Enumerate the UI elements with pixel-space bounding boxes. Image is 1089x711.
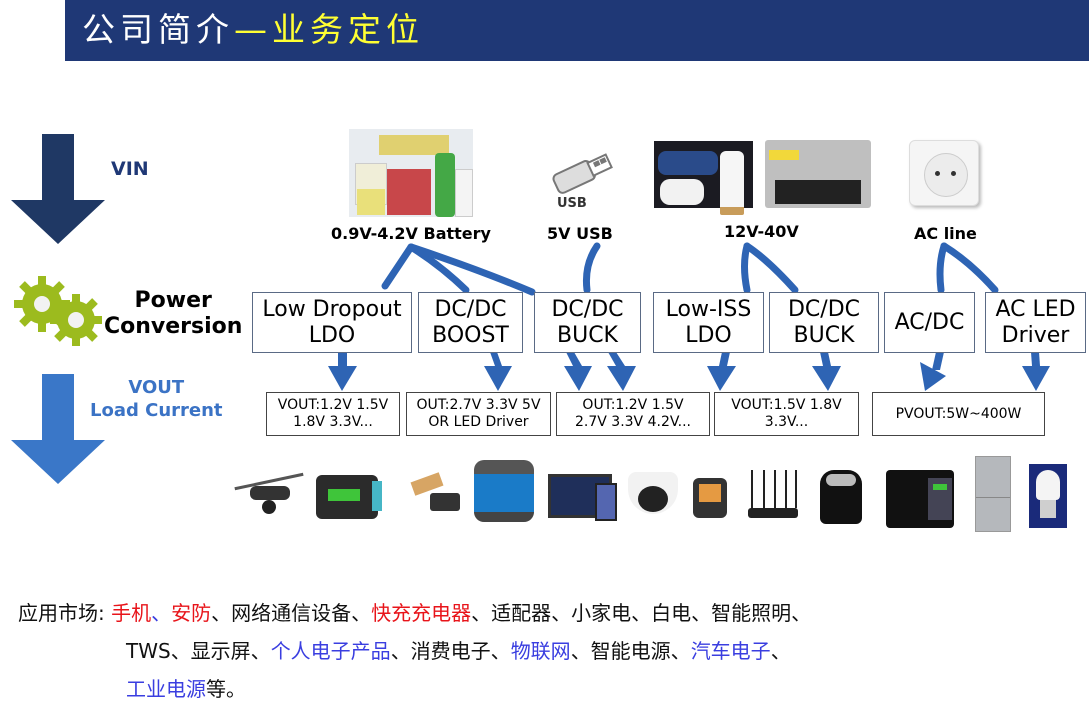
connector-12v-lowiss — [741, 242, 751, 294]
product-drone — [232, 470, 307, 518]
market-segment: 汽车电子 — [690, 639, 771, 663]
converter-boost: DC/DC BOOST — [418, 292, 523, 353]
connector-12v-buck — [743, 242, 799, 294]
output-arrows — [328, 352, 1050, 391]
product-led-bulb — [1029, 464, 1067, 528]
product-refrigerator — [975, 456, 1011, 532]
market-segment: 物联网 — [510, 639, 571, 663]
product-bluetooth-speaker — [474, 460, 534, 522]
usb-icon — [552, 153, 613, 194]
market-segment: 、适配器、小家电、白电、智能照明、 — [471, 601, 812, 625]
output-line2: 3.3V... — [764, 414, 809, 430]
output-ldo: VOUT:1.2V 1.5V 1.8V 3.3V... — [266, 392, 400, 436]
vout-label-line2: Load Current — [90, 400, 223, 421]
power-label-line2: Conversion — [104, 314, 243, 339]
source-label-ac: AC line — [914, 224, 977, 243]
market-segment: 、网络通信设备、 — [211, 601, 372, 625]
output-line1: OUT:1.2V 1.5V — [582, 397, 684, 413]
usb-caption: USB — [557, 196, 587, 211]
market-segment: 个人电子产品 — [270, 639, 391, 663]
converter-ac-led-driver: AC LED Driver — [985, 292, 1086, 353]
converter-line1: Low-ISS — [665, 296, 752, 322]
gears-icon — [14, 276, 102, 346]
product-air-fryer — [820, 470, 862, 524]
battery-photo — [349, 129, 473, 217]
market-segment: 、 — [770, 639, 791, 663]
power-label-line1: Power — [134, 288, 212, 313]
connector-battery-buck — [407, 243, 536, 296]
output-buck: OUT:1.2V 1.5V 2.7V 3.3V 4.2V... — [556, 392, 710, 436]
product-card-reader — [316, 475, 382, 519]
converter-line2: LDO — [685, 322, 732, 348]
market-label: 应用市场: — [18, 601, 112, 625]
converter-buck-2: DC/DC BUCK — [769, 292, 879, 353]
connector-battery-ldo — [381, 243, 415, 290]
product-smart-watch — [693, 478, 727, 518]
converter-line2: BUCK — [793, 322, 855, 348]
application-market: 应用市场: 手机、安防、网络通信设备、快充充电器、适配器、小家电、白电、智能照明… — [18, 594, 811, 708]
market-segment: 、 — [151, 601, 172, 625]
output-line2: 1.8V 3.3V... — [293, 414, 373, 430]
converter-line1: DC/DC — [551, 296, 624, 322]
converter-line1: AC/DC — [894, 309, 965, 335]
output-line2: OR LED Driver — [428, 414, 529, 430]
source-label-usb: 5V USB — [547, 224, 613, 243]
converter-low-iss-ldo: Low-ISS LDO — [653, 292, 764, 353]
converter-ldo: Low Dropout LDO — [252, 292, 412, 353]
market-segment: 等。 — [206, 677, 246, 701]
wall-socket-photo — [909, 140, 979, 206]
converter-line1: DC/DC — [434, 296, 507, 322]
converter-line1: DC/DC — [787, 296, 860, 322]
source-label-12v: 12V-40V — [724, 222, 799, 241]
output-line1: PVOUT:5W~400W — [895, 405, 1022, 422]
converter-line2: BUCK — [557, 322, 618, 348]
vin-arrow-icon — [11, 134, 105, 244]
converter-line2: LDO — [308, 322, 356, 348]
output-line1: OUT:2.7V 3.3V 5V — [416, 397, 541, 413]
converter-line2: Driver — [1001, 322, 1070, 348]
source-connectors — [381, 242, 999, 296]
market-segment: 工业电源 — [126, 677, 206, 701]
power-conversion-label: Power Conversion — [104, 288, 242, 340]
converter-buck: DC/DC BUCK — [534, 292, 641, 353]
converter-acdc: AC/DC — [884, 292, 975, 353]
market-segment: TWS、显示屏、 — [126, 639, 271, 663]
power-supply-photo — [765, 140, 871, 208]
vout-label: VOUT Load Current — [90, 376, 223, 422]
converter-line1: AC LED — [995, 296, 1076, 322]
market-line-2: TWS、显示屏、个人电子产品、消费电子、物联网、智能电源、汽车电子、 — [18, 632, 811, 670]
market-segment: 、智能电源、 — [570, 639, 691, 663]
product-tablet-and-phone — [548, 474, 617, 521]
vin-label: VIN — [111, 158, 149, 180]
output-line1: VOUT:1.2V 1.5V — [277, 397, 389, 413]
connector-ac-led — [940, 242, 999, 294]
product-usb-charger — [886, 470, 954, 528]
market-segment: 手机 — [111, 601, 152, 625]
output-line1: VOUT:1.5V 1.8V — [731, 397, 842, 413]
output-line2: 2.7V 3.3V 4.2V... — [575, 414, 691, 430]
output-lowiss-buck: VOUT:1.5V 1.8V 3.3V... — [714, 392, 859, 436]
product-power-bank — [390, 472, 470, 515]
vout-label-line1: VOUT — [128, 377, 185, 398]
output-ac: PVOUT:5W~400W — [872, 392, 1045, 436]
market-line-3: 工业电源等。 — [18, 670, 811, 708]
converter-line1: Low Dropout — [262, 296, 402, 322]
market-segment: 安防 — [171, 601, 212, 625]
connector-ac-acdc — [936, 242, 948, 294]
connector-usb-buck — [583, 242, 601, 294]
product-wifi-router — [748, 468, 798, 520]
output-boost: OUT:2.7V 3.3V 5V OR LED Driver — [406, 392, 551, 436]
converter-line2: BOOST — [432, 322, 509, 348]
source-label-battery: 0.9V-4.2V Battery — [331, 224, 491, 243]
market-line-1: 应用市场: 手机、安防、网络通信设备、快充充电器、适配器、小家电、白电、智能照明… — [18, 594, 811, 632]
market-segment: 快充充电器 — [371, 601, 472, 625]
market-segment: 、消费电子、 — [390, 639, 511, 663]
car-charger-photo — [654, 141, 753, 215]
